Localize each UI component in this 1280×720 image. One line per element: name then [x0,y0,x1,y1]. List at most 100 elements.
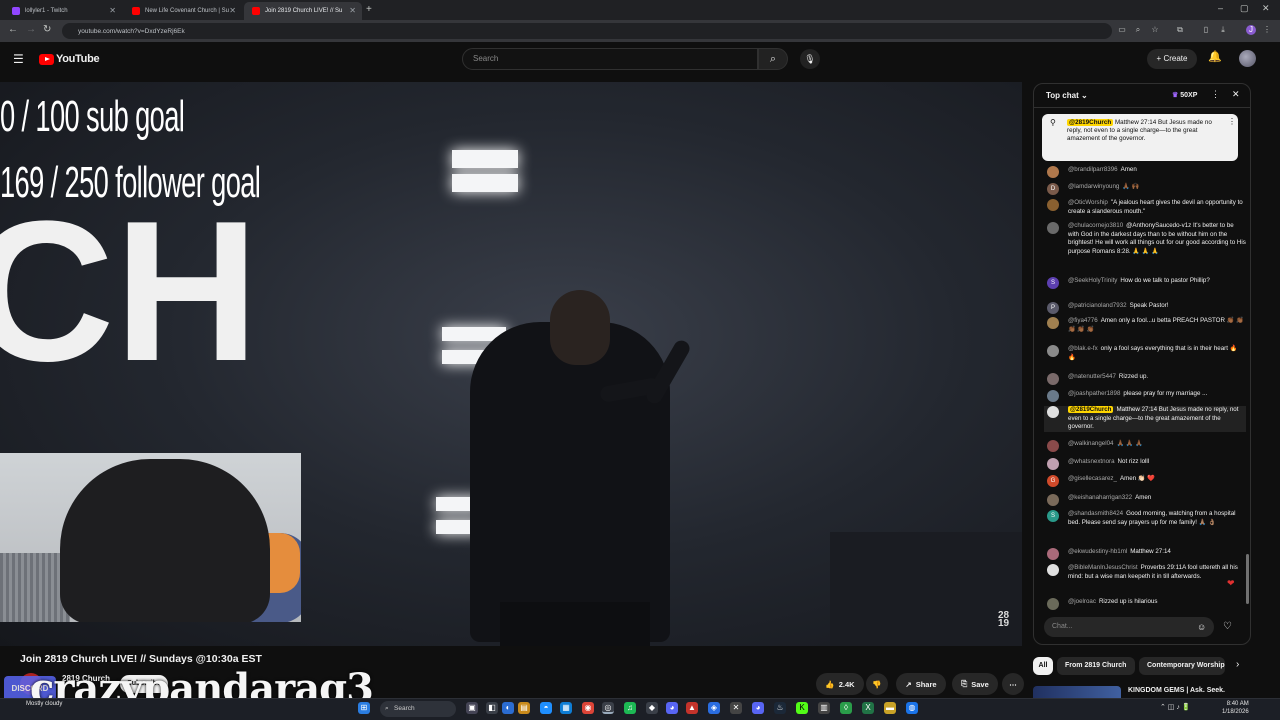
kick-icon[interactable]: K [796,702,808,714]
address-bar[interactable]: youtube.com/watch?v=DxdYzeRj6Ek [62,23,1112,39]
search-button[interactable]: ⌕ [758,48,788,70]
chat-author[interactable]: @SeekHolyTrinity [1068,277,1117,284]
chat-author[interactable]: @gisellecasarez_ [1068,475,1117,482]
menu-kebab-icon[interactable]: ⋮ [1262,25,1272,35]
chat-author[interactable]: @whatsnextnora [1068,458,1115,465]
tab-twitch[interactable]: lollyler1 - Twitch ✕ [4,2,122,20]
hamburger-menu-icon[interactable]: ☰ [13,52,24,66]
heart-icon[interactable]: ♡ [1223,621,1232,632]
chat-avatar[interactable] [1047,373,1059,385]
close-tab-icon[interactable]: ✕ [229,6,236,15]
close-tab-icon[interactable]: ✕ [349,6,356,15]
chat-avatar[interactable]: S [1047,510,1059,522]
chat-author[interactable]: @lamdarwinyoung [1068,183,1119,190]
extensions-icon[interactable]: ⧉ [1175,25,1185,35]
chrome-icon[interactable]: ◉ [582,702,594,714]
chat-author[interactable]: @keishanaharrigan322 [1068,494,1132,501]
app-icon[interactable]: ◆ [646,702,658,714]
close-chat-icon[interactable]: ✕ [1232,89,1240,100]
cast-icon[interactable]: ▭ [1117,25,1127,35]
chat-author[interactable]: @natenutter5447 [1068,373,1116,380]
chat-author[interactable]: @patricianoland7932 [1068,302,1127,309]
create-button[interactable]: + Create [1147,49,1197,69]
chat-author[interactable]: @ekwudestiny-hb1ml [1068,548,1127,555]
chat-input[interactable]: Chat... [1044,617,1214,637]
chat-avatar[interactable] [1047,199,1059,211]
chat-menu-icon[interactable]: ⋮ [1211,89,1220,100]
chat-author[interactable]: @BibleManInJesusChrist [1068,564,1138,571]
chat-avatar[interactable] [1047,548,1059,560]
chip-from-channel[interactable]: From 2819 Church [1057,657,1135,675]
notifications-bell-icon[interactable]: 🔔 [1208,50,1222,63]
chat-author[interactable]: @walkinangel04 [1068,440,1114,447]
voice-search-button[interactable]: 🎙 [800,49,820,69]
chrome-active-icon[interactable]: ◎ [602,702,614,714]
discord-icon[interactable]: ◕ [752,702,764,714]
chat-author[interactable]: @joashpather1898 [1068,390,1120,397]
tab-new-life[interactable]: New Life Covenant Church | Su ✕ [124,2,242,20]
chat-avatar[interactable] [1047,494,1059,506]
sidebar-icon[interactable]: ▯ [1201,25,1211,35]
chat-author[interactable]: @blak.e-fx [1068,345,1098,352]
app-icon[interactable]: ✕ [730,702,742,714]
chat-avatar[interactable]: P [1047,302,1059,314]
chat-avatar[interactable]: G [1047,475,1059,487]
steam-icon[interactable]: ♨ [774,702,786,714]
close-tab-icon[interactable]: ✕ [109,6,116,15]
back-icon[interactable]: ← [8,24,18,35]
chat-avatar[interactable]: D [1047,183,1059,195]
chat-author[interactable]: @shandasmith8424 [1068,510,1123,517]
windows-start-icon[interactable]: ⊞ [358,702,370,714]
chat-avatar[interactable] [1047,598,1059,610]
chat-avatar[interactable] [1047,390,1059,402]
chat-scrollbar[interactable] [1246,554,1249,604]
chat-author[interactable]: @2819Church [1068,406,1114,413]
chat-author[interactable]: @chulacornejo3810 [1068,222,1123,229]
chat-avatar[interactable]: S [1047,277,1059,289]
teams-icon[interactable]: ◐ [502,702,514,714]
chat-author[interactable]: @joelroac [1068,598,1096,605]
app-icon[interactable]: ▲ [686,702,698,714]
app-icon[interactable]: ◍ [906,702,918,714]
chat-author[interactable]: @fiya4776 [1068,317,1098,324]
maximize-icon[interactable]: ▢ [1240,3,1249,14]
chat-avatar[interactable] [1047,406,1059,418]
dislike-button[interactable]: 👎 [866,673,888,695]
search-input[interactable]: Search [462,48,758,70]
chat-author[interactable]: @brandilparr8396 [1068,166,1118,173]
store-icon[interactable]: ▦ [560,702,572,714]
like-button[interactable]: 👍 2.4K [816,673,864,695]
chat-avatar[interactable] [1047,166,1059,178]
chat-avatar[interactable] [1047,440,1059,452]
more-actions-button[interactable]: ⋯ [1002,673,1024,695]
chip-all[interactable]: All [1033,657,1053,675]
app-icon[interactable]: ◈ [708,702,720,714]
chat-avatar[interactable] [1047,222,1059,234]
zoom-icon[interactable]: ⌕ [1133,25,1143,35]
save-button[interactable]: ⎘ Save [952,673,998,695]
share-button[interactable]: ↗ Share [896,673,946,695]
weather-widget[interactable]: Mostly cloudy [26,701,62,708]
youtube-logo[interactable]: YouTube [39,53,100,65]
chat-avatar[interactable] [1047,317,1059,329]
recommended-title[interactable]: KINGDOM GEMS | Ask. Seek. [1128,687,1225,694]
chat-author[interactable]: @OticWorship [1068,199,1108,206]
file-explorer-icon[interactable]: ▤ [518,702,530,714]
new-tab-button[interactable]: + [366,4,372,15]
chip-contemporary-worship[interactable]: Contemporary Worship [1139,657,1225,675]
edge-icon[interactable]: ◓ [540,702,552,714]
excel-icon[interactable]: X [862,702,874,714]
chat-avatar[interactable] [1047,564,1059,576]
emoji-icon[interactable]: ☺ [1197,622,1206,632]
top-chat-dropdown[interactable]: Top chat ⌄ [1046,91,1088,100]
tab-2819-church[interactable]: Join 2819 Church LIVE! // Su ✕ [244,2,362,20]
widgets-icon[interactable]: ◧ [486,702,498,714]
download-icon[interactable]: ⤓ [1218,25,1228,35]
profile-icon[interactable]: J [1246,25,1256,35]
chevron-right-icon[interactable]: › [1236,659,1239,670]
chat-avatar[interactable] [1047,345,1059,357]
xp-badge[interactable]: ♛ 50XP [1172,91,1197,99]
system-tray-icons[interactable]: ⌃ ◫ ♪ 🔋 [1160,703,1191,711]
app-icon[interactable]: ▬ [884,702,896,714]
minimize-icon[interactable]: – [1218,3,1223,13]
